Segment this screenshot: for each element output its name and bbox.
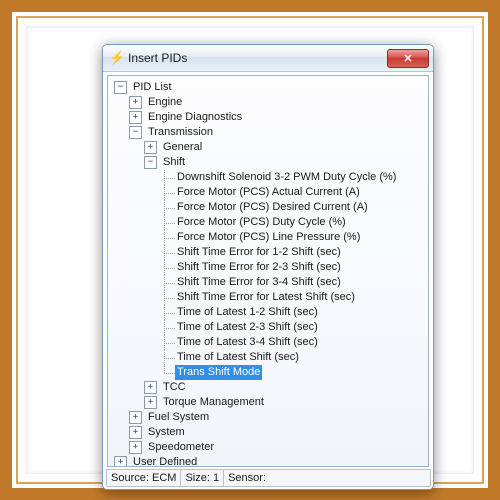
tree-line-icon [159,230,175,245]
tree-line-icon [159,335,175,350]
tree-label: PID List [131,80,174,95]
close-icon: ✕ [403,52,412,65]
status-source-value: ECM [152,472,176,484]
collapse-icon[interactable]: − [144,156,157,169]
expand-icon[interactable]: + [129,441,142,454]
tree-line-icon [159,290,175,305]
tree-label: Shift [161,155,187,170]
tree-leaf[interactable]: Downshift Solenoid 3-2 PWM Duty Cycle (%… [110,170,428,185]
status-size: Size: 1 [180,469,224,487]
tree-leaf[interactable]: Shift Time Error for 3-4 Shift (sec) [110,275,428,290]
tree-node-engine-diagnostics[interactable]: + Engine Diagnostics [110,110,428,125]
tree-node-shift[interactable]: − Shift [110,155,428,170]
tree-leaf-label: Shift Time Error for Latest Shift (sec) [175,290,357,305]
expand-icon[interactable]: + [129,96,142,109]
tree-line-icon [159,320,175,335]
tree-node-engine[interactable]: + Engine [110,95,428,110]
tree-line-icon [159,170,175,185]
expand-icon[interactable]: + [129,411,142,424]
status-source-label: Source: [111,472,149,484]
tree-line-icon [159,185,175,200]
tree-leaf[interactable]: Force Motor (PCS) Actual Current (A) [110,185,428,200]
tree-label: Transmission [146,125,215,140]
tree-leaf-label: Force Motor (PCS) Actual Current (A) [175,185,362,200]
expand-icon[interactable]: + [129,111,142,124]
insert-pids-dialog: ⚡ Insert PIDs ✕ − PID List + Engine [102,44,434,490]
status-sensor-label: Sensor: [228,472,266,484]
tree-leaf-label: Shift Time Error for 2-3 Shift (sec) [175,260,343,275]
tree-leaf[interactable]: Trans Shift Mode [110,365,428,380]
tree-leaf-label: Shift Time Error for 1-2 Shift (sec) [175,245,343,260]
tree-node-user-defined[interactable]: + User Defined [110,455,428,467]
tree-line-icon [159,215,175,230]
tree-label: Fuel System [146,410,211,425]
tree-node-pid-list[interactable]: − PID List [110,80,428,95]
tree-leaf[interactable]: Shift Time Error for Latest Shift (sec) [110,290,428,305]
tree-leaf-label: Time of Latest 2-3 Shift (sec) [175,320,320,335]
tree-leaf[interactable]: Time of Latest Shift (sec) [110,350,428,365]
tree-leaf-label: Force Motor (PCS) Line Pressure (%) [175,230,362,245]
tree-leaf[interactable]: Force Motor (PCS) Line Pressure (%) [110,230,428,245]
tree-leaf[interactable]: Time of Latest 1-2 Shift (sec) [110,305,428,320]
status-sensor: Sensor: [223,469,431,487]
tree-leaf-label: Shift Time Error for 3-4 Shift (sec) [175,275,343,290]
expand-icon[interactable]: + [144,141,157,154]
tree-leaf-label: Time of Latest Shift (sec) [175,350,301,365]
tree-leaf[interactable]: Shift Time Error for 2-3 Shift (sec) [110,260,428,275]
tree-leaf[interactable]: Force Motor (PCS) Duty Cycle (%) [110,215,428,230]
tree-leaf[interactable]: Force Motor (PCS) Desired Current (A) [110,200,428,215]
expand-icon[interactable]: + [114,456,127,467]
tree-leaf-label: Time of Latest 1-2 Shift (sec) [175,305,320,320]
tree-line-icon [159,200,175,215]
bolt-icon: ⚡ [109,51,123,65]
tree-label: Engine Diagnostics [146,110,244,125]
tree-leaf[interactable]: Shift Time Error for 1-2 Shift (sec) [110,245,428,260]
expand-icon[interactable]: + [129,426,142,439]
tree-label: Speedometer [146,440,216,455]
expand-icon[interactable]: + [144,381,157,394]
tree-node-transmission[interactable]: − Transmission [110,125,428,140]
tree-label: Torque Management [161,395,266,410]
tree-node-tcc[interactable]: + TCC [110,380,428,395]
collapse-icon[interactable]: − [129,126,142,139]
tree-line-icon [159,275,175,290]
status-size-value: 1 [213,472,219,484]
tree-node-torque-management[interactable]: + Torque Management [110,395,428,410]
tree-leaf-label: Force Motor (PCS) Desired Current (A) [175,200,370,215]
tree-line-icon [159,365,175,380]
pid-tree[interactable]: − PID List + Engine + Engine Diagnostics… [107,75,429,467]
tree-node-speedometer[interactable]: + Speedometer [110,440,428,455]
tree-label: Engine [146,95,184,110]
tree-label: General [161,140,204,155]
tree-label: System [146,425,187,440]
tree-label: User Defined [131,455,199,467]
collapse-icon[interactable]: − [114,81,127,94]
status-size-label: Size: [185,472,209,484]
expand-icon[interactable]: + [144,396,157,409]
tree-node-general[interactable]: + General [110,140,428,155]
window-title: Insert PIDs [128,51,387,65]
tree-leaf-label: Time of Latest 3-4 Shift (sec) [175,335,320,350]
tree-line-icon [159,260,175,275]
status-bar: Source: ECM Size: 1 Sensor: [106,469,430,487]
tree-leaf-label: Force Motor (PCS) Duty Cycle (%) [175,215,348,230]
tree-leaf-label: Trans Shift Mode [175,365,262,380]
tree-node-system[interactable]: + System [110,425,428,440]
tree-line-icon [159,350,175,365]
close-button[interactable]: ✕ [387,49,429,68]
status-source: Source: ECM [106,469,181,487]
tree-line-icon [159,305,175,320]
titlebar[interactable]: ⚡ Insert PIDs ✕ [103,45,433,72]
tree-label: TCC [161,380,188,395]
tree-node-fuel-system[interactable]: + Fuel System [110,410,428,425]
tree-leaf[interactable]: Time of Latest 3-4 Shift (sec) [110,335,428,350]
tree-leaf-label: Downshift Solenoid 3-2 PWM Duty Cycle (%… [175,170,398,185]
tree-leaf[interactable]: Time of Latest 2-3 Shift (sec) [110,320,428,335]
tree-line-icon [159,245,175,260]
